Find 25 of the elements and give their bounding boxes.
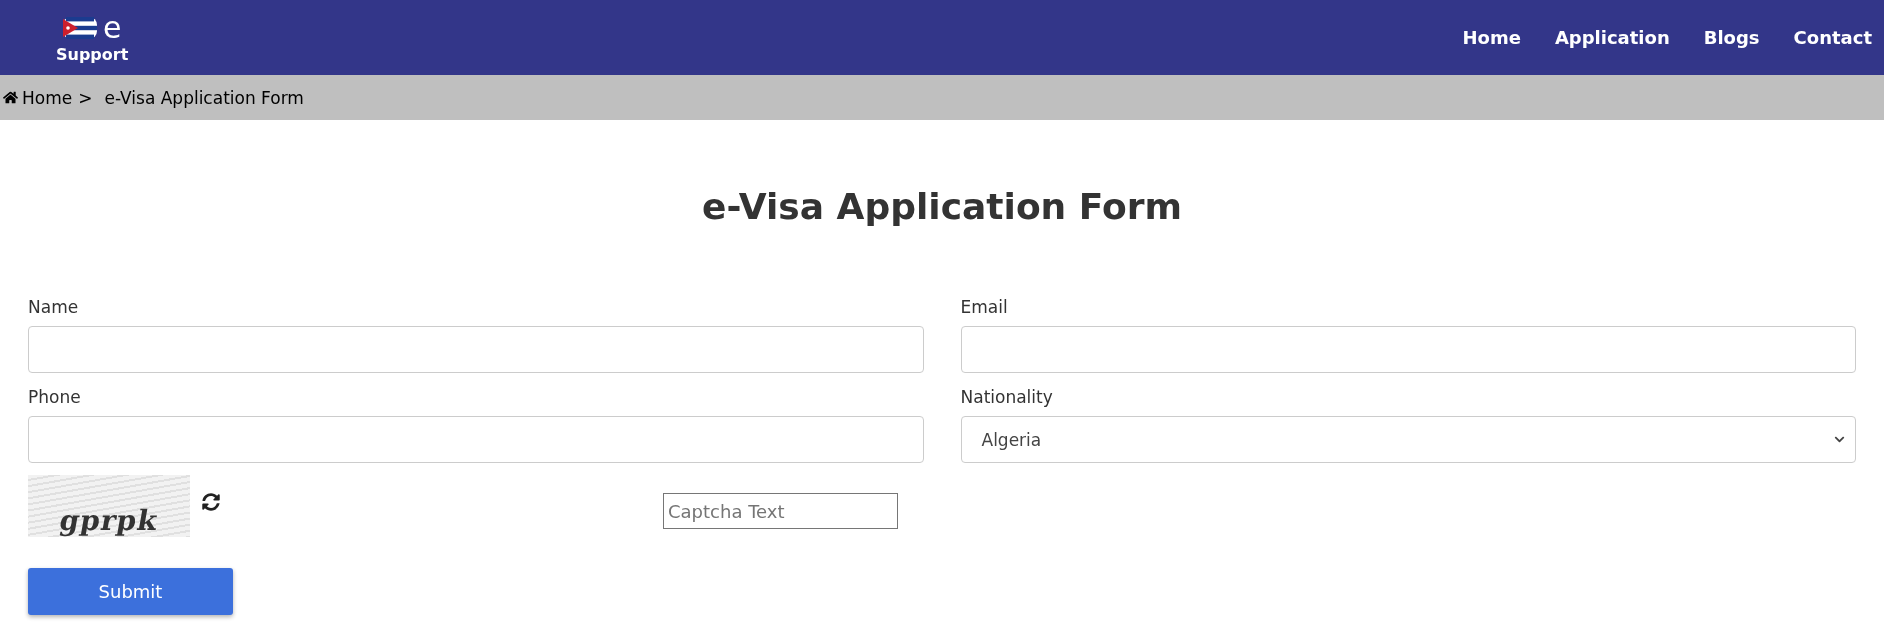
input-field[interactable] [28, 416, 924, 463]
nav-link[interactable]: Blogs [1703, 27, 1760, 48]
chevron-icon [1834, 434, 1845, 445]
captcha-image: gprpk [28, 475, 190, 537]
input-field[interactable] [960, 326, 1856, 373]
captcha-input[interactable]: Captcha Text [663, 493, 898, 529]
field-label: Name [28, 297, 80, 317]
breadcrumb-current: e-Visa Application Form [104, 87, 304, 108]
breadcrumb-separator: > [78, 87, 93, 108]
nationality-select[interactable]: Algeria [960, 416, 1856, 463]
input-field[interactable] [28, 326, 924, 373]
nav-link[interactable]: Contact [1793, 27, 1872, 48]
flag-icon [62, 17, 97, 39]
logo-caption: Support [56, 45, 129, 64]
nav-link[interactable]: Application [1554, 27, 1670, 48]
page-title: e-Visa Application Form [701, 186, 1183, 227]
field-label: Nationality [960, 387, 1054, 407]
field-label: Phone [28, 387, 82, 407]
nav-link[interactable]: Home [1462, 27, 1521, 48]
home-icon [3, 90, 18, 105]
breadcrumb-home-link[interactable]: Home [3, 87, 73, 108]
field-label: Email [960, 297, 1009, 317]
submit-button[interactable]: Submit [28, 568, 233, 615]
logo-letter: e [102, 13, 122, 43]
refresh-icon[interactable] [202, 493, 220, 511]
